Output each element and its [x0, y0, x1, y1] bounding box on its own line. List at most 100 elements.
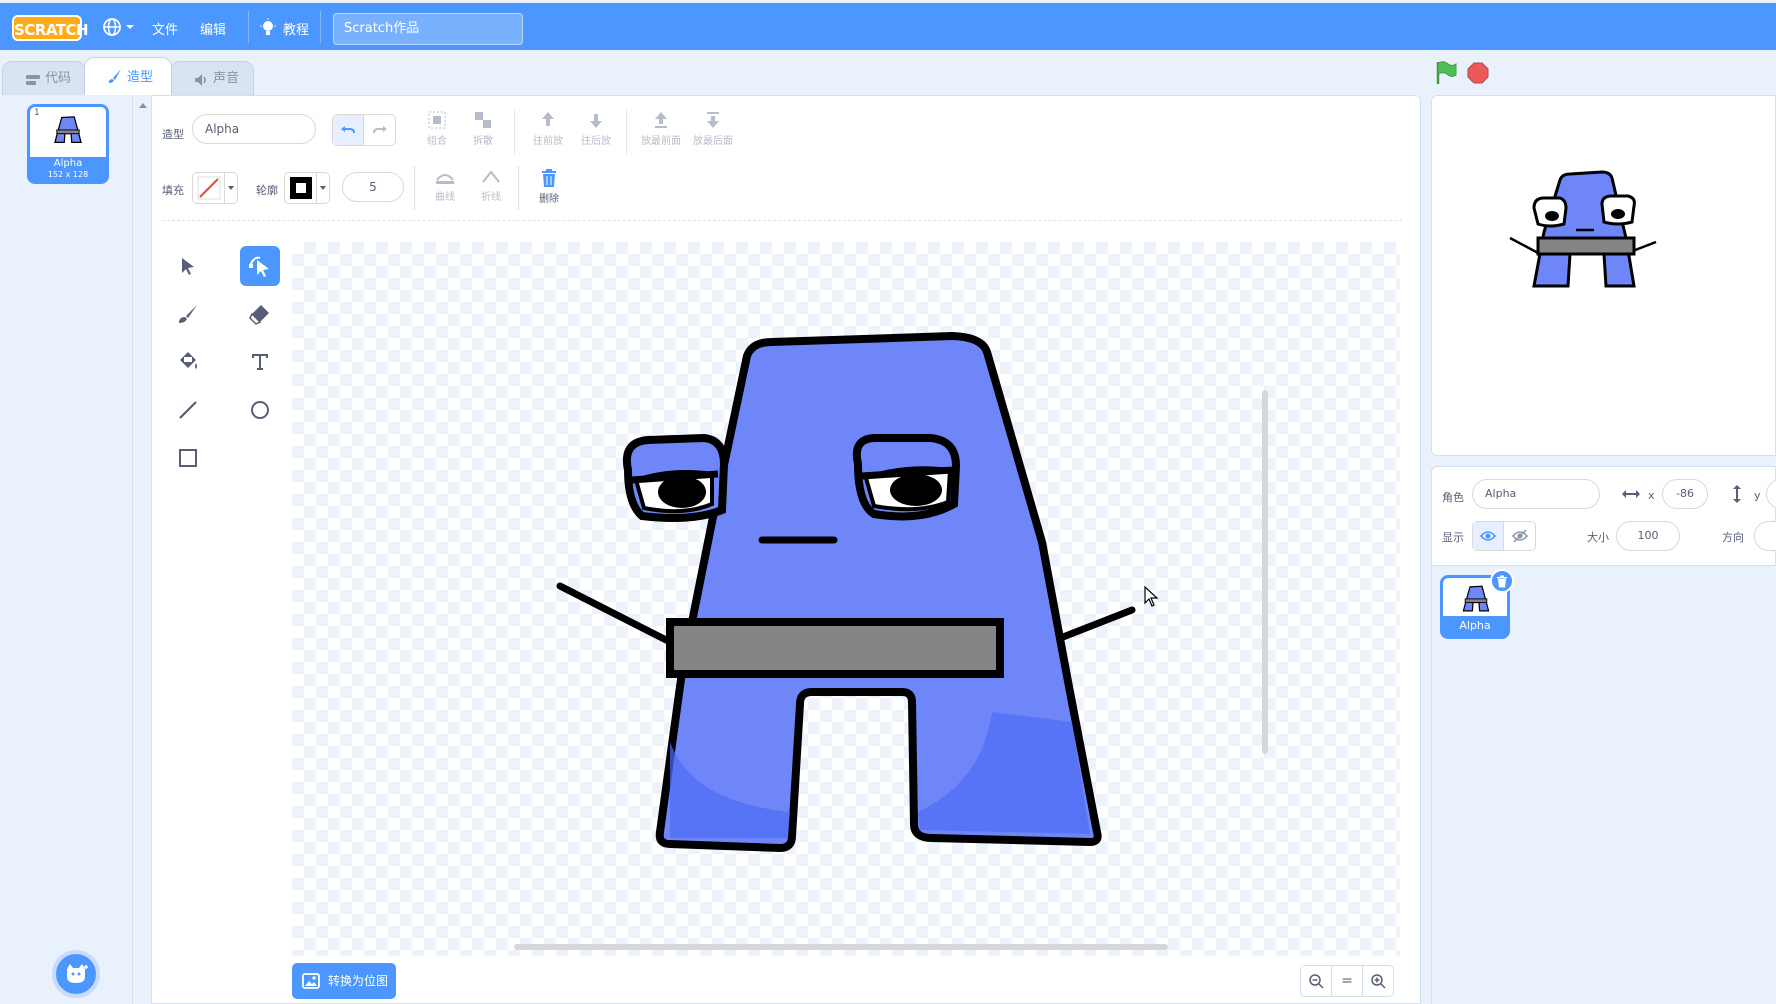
zoom-in-icon — [1371, 974, 1386, 989]
fill-color-picker[interactable] — [192, 172, 238, 204]
hide-button[interactable] — [1504, 522, 1535, 550]
language-globe-icon[interactable] — [102, 17, 138, 41]
ungroup-button[interactable]: 拆散 — [466, 110, 500, 147]
speaker-icon — [195, 74, 206, 86]
arrow-cursor-icon — [182, 258, 194, 275]
paintbrush-icon — [179, 305, 197, 323]
costume-name-label: 造型 — [162, 128, 184, 141]
tutorials-menu[interactable]: 教程 — [283, 19, 309, 38]
menu-divider — [248, 11, 249, 43]
front-label: 放最前面 — [641, 136, 681, 147]
text-icon — [252, 354, 268, 370]
forward-button[interactable]: 往前放 — [528, 110, 568, 147]
tab-sounds-label: 声音 — [213, 71, 240, 86]
horizontal-arrows-icon — [1622, 490, 1640, 498]
front-button[interactable]: 放最前面 — [638, 110, 684, 147]
file-menu[interactable]: 文件 — [152, 19, 178, 38]
select-tool[interactable] — [168, 246, 208, 286]
pointed-button[interactable]: 折线 — [474, 168, 508, 203]
tab-code-label: 代码 — [45, 71, 72, 86]
choose-costume-button[interactable] — [52, 950, 100, 998]
tab-costumes[interactable]: 造型 — [84, 57, 172, 95]
redo-button[interactable] — [364, 115, 395, 145]
tab-code[interactable]: 代码 — [2, 61, 86, 95]
convert-button-label: 转换为位图 — [328, 974, 389, 988]
paint-canvas[interactable] — [292, 242, 1400, 956]
cat-icon — [67, 964, 88, 983]
text-tool[interactable] — [240, 342, 280, 382]
green-flag-icon[interactable] — [1434, 60, 1458, 86]
outline-width-input[interactable]: 5 — [342, 172, 404, 202]
toolbar-divider — [518, 166, 519, 210]
backward-icon — [590, 114, 602, 128]
fill-tool[interactable] — [168, 342, 208, 382]
group-label: 组合 — [427, 136, 447, 147]
y-label: y — [1754, 489, 1761, 502]
costume-name: Alpha — [53, 158, 83, 169]
circle-icon — [251, 401, 269, 419]
tab-sounds[interactable]: 声音 — [170, 61, 254, 95]
convert-to-bitmap-button[interactable]: 转换为位图 — [292, 963, 396, 999]
curved-point-icon — [436, 174, 454, 184]
outline-swatch — [285, 173, 317, 203]
size-input[interactable]: 100 — [1616, 521, 1680, 551]
reshape-tool[interactable] — [240, 246, 280, 286]
stage-sprite-alpha[interactable] — [1506, 168, 1666, 308]
edit-menu[interactable]: 编辑 — [200, 19, 226, 38]
delete-button[interactable]: 删除 — [532, 168, 566, 205]
rectangle-icon — [179, 449, 197, 467]
zoom-out-icon — [1309, 974, 1324, 989]
lightbulb-icon[interactable] — [259, 18, 277, 42]
dropdown-arrow-icon — [225, 173, 237, 203]
backward-button[interactable]: 往后放 — [576, 110, 616, 147]
toolbar-separator — [162, 220, 1402, 221]
stop-icon[interactable] — [1467, 62, 1489, 84]
group-button[interactable]: 组合 — [420, 110, 454, 147]
image-icon — [302, 973, 320, 989]
backward-label: 往后放 — [581, 136, 611, 147]
ungroup-icon — [475, 112, 491, 128]
costume-label: Alpha 152 x 128 — [30, 157, 106, 181]
brush-tool[interactable] — [168, 294, 208, 334]
back-button[interactable]: 放最后面 — [690, 110, 736, 147]
scroll-up-arrow-icon[interactable] — [139, 103, 147, 108]
vertical-arrows-icon — [1733, 485, 1741, 503]
sprite-name-input[interactable]: Alpha — [1472, 479, 1600, 509]
rectangle-tool[interactable] — [168, 438, 208, 478]
scratch-logo[interactable]: SCRATCH — [12, 15, 89, 41]
costume-name-input[interactable]: Alpha — [192, 114, 316, 144]
canvas-vertical-scrollbar[interactable] — [1262, 390, 1268, 754]
x-position-input[interactable]: -86 — [1662, 479, 1708, 509]
delete-sprite-button[interactable] — [1490, 569, 1514, 593]
stage[interactable] — [1431, 95, 1776, 456]
x-label: x — [1648, 489, 1655, 502]
undo-button[interactable] — [333, 115, 365, 145]
sprite-name-label: 角色 — [1442, 491, 1464, 504]
zoom-reset-button[interactable]: = — [1331, 965, 1363, 997]
ungroup-label: 拆散 — [473, 136, 493, 147]
show-button[interactable] — [1473, 522, 1505, 550]
outline-color-picker[interactable] — [284, 172, 330, 204]
costume-item[interactable]: 1 Alpha 152 x 128 — [27, 104, 109, 184]
bring-to-front-icon — [655, 112, 667, 128]
size-label: 大小 — [1587, 531, 1609, 544]
outline-label: 轮廓 — [256, 184, 278, 197]
send-to-back-icon — [707, 112, 719, 128]
trash-icon — [1497, 575, 1507, 587]
trash-icon — [542, 169, 556, 187]
circle-tool[interactable] — [240, 390, 280, 430]
canvas-horizontal-scrollbar[interactable] — [514, 944, 1168, 950]
visibility-toggle — [1472, 521, 1536, 551]
zoom-out-button[interactable] — [1300, 965, 1332, 997]
eye-icon — [1480, 531, 1496, 541]
zoom-in-button[interactable] — [1362, 965, 1394, 997]
direction-input[interactable] — [1754, 521, 1776, 551]
toolbar-divider — [514, 110, 515, 154]
y-position-input[interactable] — [1766, 479, 1776, 509]
project-title-input[interactable]: Scratch作品 — [333, 13, 523, 45]
alpha-character-drawing[interactable] — [292, 242, 1400, 956]
line-tool[interactable] — [168, 390, 208, 430]
curved-button[interactable]: 曲线 — [428, 168, 462, 203]
curved-label: 曲线 — [435, 192, 455, 203]
eraser-tool[interactable] — [240, 294, 280, 334]
